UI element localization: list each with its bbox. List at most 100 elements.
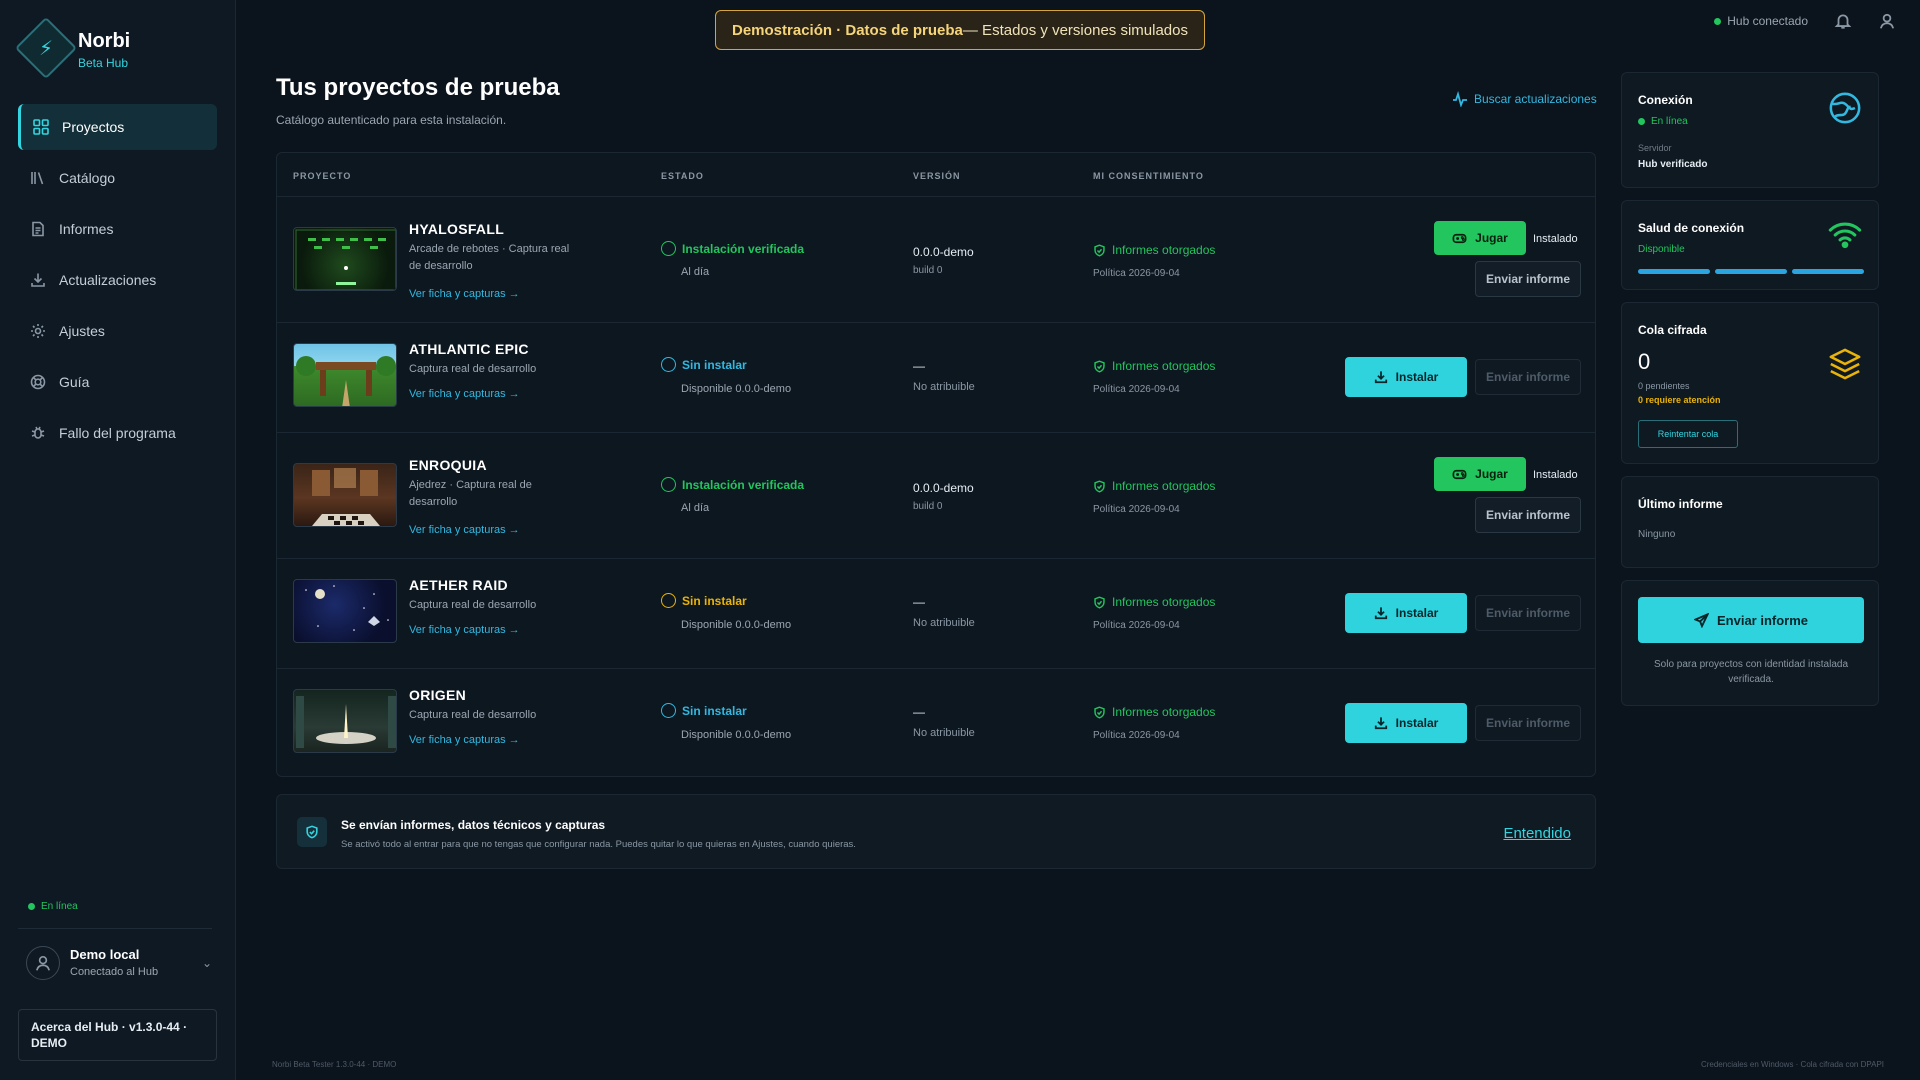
send-report-button[interactable]: Enviar informe bbox=[1475, 497, 1581, 533]
sidebar: ⚡ Norbi Beta Hub Proyectos Catálogo Info… bbox=[0, 0, 236, 1080]
status-ring-icon bbox=[661, 593, 676, 608]
shield-check-icon bbox=[1094, 479, 1105, 493]
project-description: Captura real de desarrollo bbox=[409, 363, 537, 375]
sidebar-item-ajustes[interactable]: Ajustes bbox=[18, 308, 217, 354]
status-ring-icon bbox=[661, 477, 676, 492]
globe-icon bbox=[1829, 92, 1861, 124]
consent-status: Informes otorgados bbox=[1093, 595, 1215, 609]
send-report-button[interactable]: Enviar informe bbox=[1638, 597, 1864, 643]
consent-status: Informes otorgados bbox=[1093, 479, 1215, 493]
project-details-link[interactable]: Ver ficha y capturas → bbox=[409, 288, 520, 300]
project-thumbnail[interactable] bbox=[293, 579, 397, 643]
connection-status-text: En línea bbox=[1651, 116, 1688, 127]
user-icon bbox=[35, 955, 51, 971]
project-name: ATHLANTIC EPIC bbox=[409, 341, 529, 357]
gamepad-icon bbox=[1452, 469, 1467, 479]
bolt-icon: ⚡ bbox=[38, 37, 54, 60]
server-label: Servidor bbox=[1638, 143, 1672, 153]
project-details-link[interactable]: Ver ficha y capturas → bbox=[409, 624, 520, 636]
lifebuoy-icon bbox=[30, 374, 46, 390]
send-report-button[interactable]: Enviar informe bbox=[1475, 595, 1581, 631]
page-subtitle: Catálogo autenticado para esta instalaci… bbox=[276, 113, 507, 127]
health-bar bbox=[1638, 269, 1710, 274]
version-detail: No atribuible bbox=[913, 381, 975, 393]
sidebar-item-proyectos[interactable]: Proyectos bbox=[18, 104, 217, 150]
install-button[interactable]: Instalar bbox=[1345, 703, 1467, 743]
project-thumbnail[interactable] bbox=[293, 343, 397, 407]
sidebar-item-actualizaciones[interactable]: Actualizaciones bbox=[18, 257, 217, 303]
understood-link[interactable]: Entendido bbox=[1503, 825, 1571, 842]
connection-card: Conexión En línea Servidor Hub verificad… bbox=[1621, 72, 1879, 188]
version-detail: build 0 bbox=[913, 265, 943, 276]
hub-status: Hub conectado bbox=[1714, 14, 1808, 28]
project-name: ORIGEN bbox=[409, 687, 467, 703]
header-version: VERSIÓN bbox=[913, 171, 961, 181]
download-icon bbox=[31, 273, 45, 287]
install-button[interactable]: Instalar bbox=[1345, 593, 1467, 633]
thumbnail-image bbox=[305, 585, 389, 631]
status-badge: Instalación verificada bbox=[661, 241, 804, 256]
send-report-button[interactable]: Enviar informe bbox=[1475, 359, 1581, 395]
sidebar-item-label: Catálogo bbox=[59, 170, 116, 186]
status-text: Sin instalar bbox=[682, 357, 747, 372]
sidebar-item-informes[interactable]: Informes bbox=[18, 206, 217, 252]
consent-policy: Política 2026-09-04 bbox=[1093, 620, 1180, 631]
send-report-button[interactable]: Enviar informe bbox=[1475, 261, 1581, 297]
table-row: HYALOSFALL Arcade de rebotes · Captura r… bbox=[277, 197, 1595, 323]
sidebar-item-guia[interactable]: Guía bbox=[18, 359, 217, 405]
version: 0.0.0-demo bbox=[913, 245, 974, 259]
sidebar-item-catalogo[interactable]: Catálogo bbox=[18, 155, 217, 201]
queue-count: 0 bbox=[1638, 349, 1651, 374]
shield-check-icon bbox=[1094, 705, 1105, 719]
library-icon bbox=[31, 172, 44, 185]
download-icon bbox=[1374, 717, 1387, 730]
header-consent: MI CONSENTIMIENTO bbox=[1093, 171, 1204, 181]
health-bar bbox=[1715, 269, 1787, 274]
consent-status: Informes otorgados bbox=[1093, 705, 1215, 719]
project-thumbnail[interactable] bbox=[293, 463, 397, 527]
consent-status: Informes otorgados bbox=[1093, 359, 1215, 373]
install-button[interactable]: Instalar bbox=[1345, 357, 1467, 397]
check-updates-button[interactable]: Buscar actualizaciones bbox=[1452, 91, 1597, 107]
hub-status-text: Hub conectado bbox=[1727, 14, 1808, 28]
project-details-link[interactable]: Ver ficha y capturas → bbox=[409, 524, 520, 536]
gear-icon bbox=[31, 324, 45, 338]
check-updates-label: Buscar actualizaciones bbox=[1474, 92, 1597, 106]
status-dot bbox=[1638, 118, 1645, 125]
table-header: PROYECTO ESTADO VERSIÓN MI CONSENTIMIENT… bbox=[277, 153, 1595, 197]
user-icon[interactable] bbox=[1878, 12, 1896, 30]
about-hub-button[interactable]: Acerca del Hub · v1.3.0-44 · DEMO bbox=[18, 1009, 217, 1061]
footer-credentials: Credenciales en Windows · Cola cifrada c… bbox=[1700, 1060, 1884, 1069]
table-row: ATHLANTIC EPIC Captura real de desarroll… bbox=[277, 323, 1595, 433]
version-detail: No atribuible bbox=[913, 727, 975, 739]
grid-icon bbox=[33, 119, 49, 135]
retry-queue-button[interactable]: Reintentar cola bbox=[1638, 420, 1738, 448]
project-name: AETHER RAID bbox=[409, 577, 508, 593]
version: 0.0.0-demo bbox=[913, 481, 974, 495]
send-icon bbox=[1693, 612, 1709, 628]
project-thumbnail[interactable] bbox=[293, 689, 397, 753]
download-icon bbox=[1374, 371, 1387, 384]
consent-text: Informes otorgados bbox=[1112, 479, 1216, 493]
sidebar-item-fallo[interactable]: Fallo del programa bbox=[18, 410, 217, 456]
notice-title: Se envían informes, datos técnicos y cap… bbox=[341, 818, 606, 832]
consent-text: Informes otorgados bbox=[1112, 359, 1216, 373]
user-menu[interactable]: Demo local Conectado al Hub ⌄ bbox=[24, 944, 214, 984]
wifi-icon bbox=[1828, 222, 1862, 249]
play-button[interactable]: Jugar bbox=[1434, 457, 1526, 491]
project-name: HYALOSFALL bbox=[409, 221, 505, 237]
send-report-button[interactable]: Enviar informe bbox=[1475, 705, 1581, 741]
bug-icon bbox=[31, 426, 45, 439]
project-details-link[interactable]: Ver ficha y capturas → bbox=[409, 388, 520, 400]
card-title: Conexión bbox=[1638, 93, 1693, 107]
version-detail: No atribuible bbox=[913, 617, 975, 629]
project-details-link[interactable]: Ver ficha y capturas → bbox=[409, 734, 520, 746]
chevron-down-icon[interactable]: ⌄ bbox=[202, 956, 212, 970]
thumbnail-image bbox=[312, 468, 380, 526]
projects-table: PROYECTO ESTADO VERSIÓN MI CONSENTIMIENT… bbox=[276, 152, 1596, 777]
layers-icon bbox=[1829, 348, 1861, 380]
project-thumbnail[interactable] bbox=[293, 227, 397, 291]
bell-icon[interactable] bbox=[1834, 12, 1852, 30]
divider bbox=[18, 928, 212, 929]
play-button[interactable]: Jugar bbox=[1434, 221, 1526, 255]
